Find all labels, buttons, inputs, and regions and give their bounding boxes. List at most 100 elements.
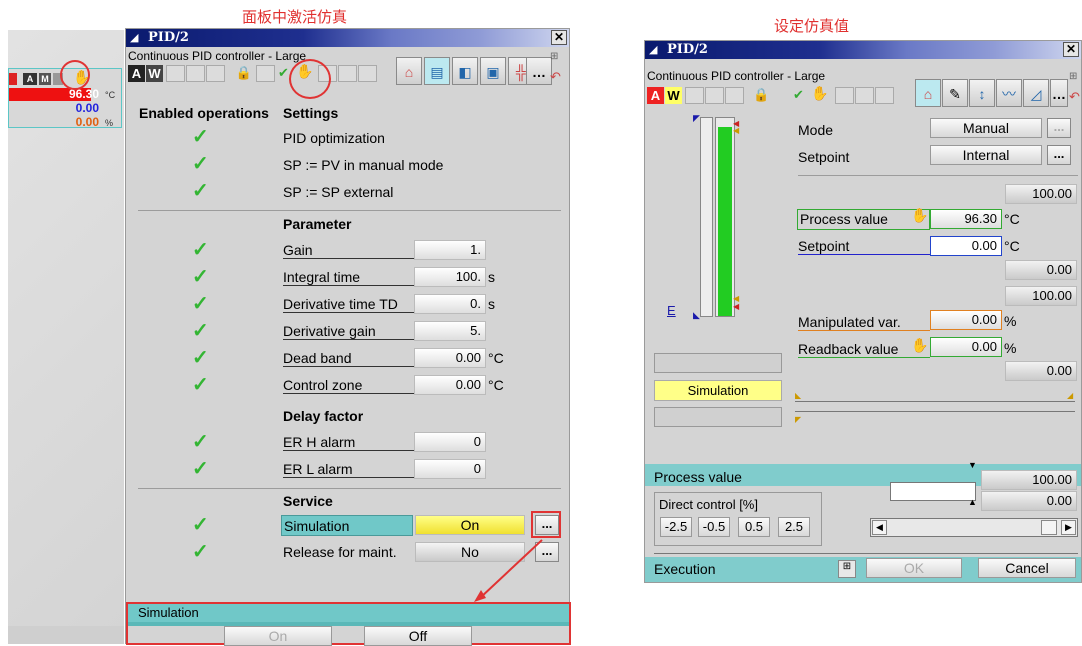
- simulation-indicator: Simulation: [654, 380, 782, 401]
- parameter-view-icon[interactable]: ▤: [424, 57, 450, 85]
- simulation-off-button[interactable]: Off: [364, 626, 472, 646]
- param-dead-band-field[interactable]: 0.00: [414, 348, 486, 368]
- mode-a-button[interactable]: A: [23, 73, 37, 85]
- parameter-view-icon[interactable]: ✎: [942, 79, 968, 107]
- more-views-icon[interactable]: …: [1050, 79, 1068, 107]
- window-subtitle: Continuous PID controller - Large: [128, 49, 307, 63]
- bottom-slider-track: [890, 482, 976, 501]
- bottom-current-value: 0.00: [981, 491, 1077, 511]
- service-release-label: Release for maint.: [283, 544, 397, 560]
- service-simulation-label: Simulation: [281, 515, 413, 536]
- mode-button[interactable]: Manual: [930, 118, 1042, 138]
- check-icon: ✓: [192, 266, 209, 288]
- param-gain-label: Gain: [283, 242, 414, 259]
- title-bar: ◢ PID/2 ✕: [645, 41, 1081, 59]
- simulation-on-button[interactable]: On: [224, 626, 332, 646]
- param-derivative-gain-label: Derivative gain: [283, 323, 414, 340]
- setpoint-value-label: Setpoint: [798, 238, 930, 255]
- slider-thumb[interactable]: [1041, 520, 1057, 535]
- pv-bar-fill: [718, 127, 732, 316]
- title-bar: ◢ PID/2 ✕: [126, 29, 569, 47]
- delay-er-l-field[interactable]: 0: [414, 459, 486, 479]
- readback-value-field: 0.00: [930, 337, 1002, 357]
- a-button[interactable]: A: [128, 65, 145, 82]
- ok-button[interactable]: OK: [866, 558, 962, 578]
- chart-view-icon[interactable]: ◿: [1023, 79, 1049, 107]
- lock-icon: 🔒: [235, 65, 253, 80]
- hand-toolbar-icon[interactable]: ✋: [811, 85, 828, 102]
- mode-m-button[interactable]: M: [39, 73, 51, 85]
- limit-view-icon[interactable]: ↕: [969, 79, 995, 107]
- param-gain-field[interactable]: 1.: [414, 240, 486, 260]
- sp-low-limit: 0.00: [1005, 260, 1077, 280]
- pin-execution-icon[interactable]: ⊞: [838, 560, 856, 578]
- back-icon[interactable]: ↶: [550, 69, 566, 85]
- window-subtitle: Continuous PID controller - Large: [647, 69, 826, 83]
- check-icon: ✓: [192, 293, 209, 315]
- delay-er-l-label: ER L alarm: [283, 461, 414, 478]
- bottom-process-value-label: Process value: [654, 469, 742, 485]
- setting-sp-pv-manual: SP := PV in manual mode: [283, 157, 444, 173]
- close-button[interactable]: ✕: [551, 30, 567, 45]
- app-logo-icon: ◢: [130, 32, 139, 44]
- setpoint-ramp-scale: ◣ ◤ ◢: [795, 391, 1075, 424]
- param-dead-band-label: Dead band: [283, 350, 414, 367]
- batch-view-icon[interactable]: ▣: [480, 57, 506, 85]
- execution-label: Execution: [654, 561, 716, 577]
- delay-er-h-field[interactable]: 0: [414, 432, 486, 452]
- pv-high-limit: 100.00: [1005, 184, 1077, 204]
- w-button[interactable]: W: [146, 65, 163, 82]
- home-icon[interactable]: ⌂: [396, 57, 422, 85]
- mode-options-button[interactable]: ...: [1047, 118, 1071, 138]
- w-button[interactable]: W: [665, 87, 682, 104]
- home-icon[interactable]: ⌂: [915, 79, 941, 107]
- delay-er-h-label: ER H alarm: [283, 434, 414, 451]
- setpoint-value-field[interactable]: 0.00: [930, 236, 1002, 256]
- trend-view-icon[interactable]: ◧: [452, 57, 478, 85]
- lock-icon: 🔒: [753, 87, 770, 102]
- caption-set-simulation-value: 设定仿真值: [774, 17, 850, 35]
- a-button[interactable]: A: [647, 87, 664, 104]
- slider-right-arrow-icon[interactable]: ▶: [1061, 520, 1076, 535]
- scale-track: [700, 117, 713, 317]
- manipulated-slider[interactable]: ◀ ▶: [870, 518, 1078, 537]
- step-plus-2-5-button[interactable]: 2.5: [778, 517, 810, 537]
- check-icon: ✓: [192, 153, 209, 175]
- manipulated-var-label: Manipulated var.: [798, 314, 930, 331]
- simulation-dialog-title: Simulation: [138, 605, 199, 620]
- step-minus-2-5-button[interactable]: -2.5: [660, 517, 692, 537]
- param-control-zone-field[interactable]: 0.00: [414, 375, 486, 395]
- alarm-flag: [9, 73, 17, 85]
- pv-bar: [715, 117, 735, 317]
- manipulated-var-field[interactable]: 0.00: [930, 310, 1002, 330]
- setpoint-source-label: Setpoint: [798, 149, 850, 165]
- more-views-icon[interactable]: …: [526, 57, 552, 85]
- parameter-header: Parameter: [283, 216, 352, 232]
- check-icon: ✓: [192, 541, 209, 563]
- setting-sp-external: SP := SP external: [283, 184, 394, 200]
- param-control-zone-label: Control zone: [283, 377, 414, 394]
- param-integral-field[interactable]: 100.: [414, 267, 486, 287]
- rb-low-limit: 0.00: [1005, 361, 1077, 381]
- pin-icon[interactable]: ⊞: [1069, 71, 1077, 82]
- pin-icon[interactable]: ⊞: [550, 51, 566, 65]
- setpoint-source-button[interactable]: Internal: [930, 145, 1042, 165]
- check-icon: ✓: [192, 180, 209, 202]
- e-label[interactable]: E: [667, 303, 676, 318]
- step-minus-0-5-button[interactable]: -0.5: [698, 517, 730, 537]
- trend-view-icon[interactable]: 〰: [996, 79, 1022, 107]
- param-derivative-field[interactable]: 0.: [414, 294, 486, 314]
- setting-pid-optimization: PID optimization: [283, 130, 385, 146]
- window-title: PID/2: [667, 42, 708, 57]
- bottom-hi-value: 100.00: [981, 470, 1077, 490]
- caption-activate-simulation: 面板中激活仿真: [242, 8, 348, 26]
- slider-left-arrow-icon[interactable]: ◀: [872, 520, 887, 535]
- setpoint-options-button[interactable]: ...: [1047, 145, 1071, 165]
- mode-label: Mode: [798, 122, 834, 138]
- close-button[interactable]: ✕: [1063, 42, 1079, 57]
- app-logo-icon: ◢: [649, 44, 658, 56]
- step-plus-0-5-button[interactable]: 0.5: [738, 517, 770, 537]
- back-icon[interactable]: ↶: [1069, 89, 1080, 105]
- param-derivative-gain-field[interactable]: 5.: [414, 321, 486, 341]
- cancel-button[interactable]: Cancel: [978, 558, 1076, 578]
